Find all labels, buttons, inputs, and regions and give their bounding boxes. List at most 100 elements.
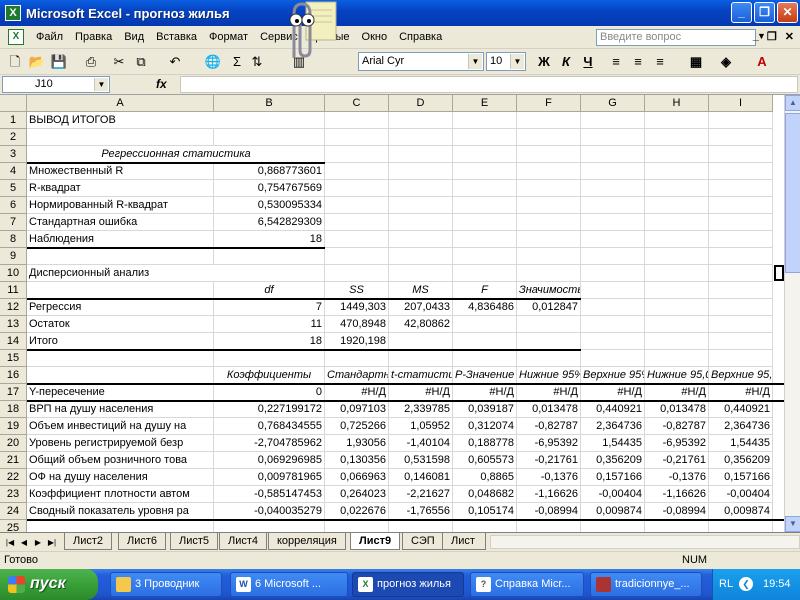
cell-a6[interactable]: Нормированный R-квадрат [27, 197, 214, 214]
office-assistant-clippy[interactable] [280, 0, 340, 62]
cell-h13[interactable] [645, 316, 709, 333]
cell-b18[interactable]: 0,227199172 [214, 401, 325, 418]
cell-d4[interactable] [389, 163, 453, 180]
cell-a7[interactable]: Стандартная ошибка [27, 214, 214, 231]
copy-icon[interactable]: ⧉ [132, 53, 150, 71]
cell-g3[interactable] [581, 146, 645, 163]
cell-i17[interactable]: #Н/Д [709, 384, 773, 401]
cell-d19[interactable]: 1,05952 [389, 418, 453, 435]
column-header-f[interactable]: F [517, 95, 581, 112]
cell-d13[interactable]: 42,80862 [389, 316, 453, 333]
cell-d3[interactable] [389, 146, 453, 163]
cell-h7[interactable] [645, 214, 709, 231]
cell-e12[interactable]: 4,836486 [453, 299, 517, 316]
cell-i4[interactable] [709, 163, 773, 180]
cell-a16[interactable] [27, 367, 214, 384]
fill-color-icon[interactable]: ◈ [716, 52, 736, 72]
cell-f7[interactable] [517, 214, 581, 231]
cell-f13[interactable] [517, 316, 581, 333]
name-box[interactable]: J10 ▼ [2, 76, 110, 93]
cell-c9[interactable] [325, 248, 389, 265]
cell-d20[interactable]: -1,40104 [389, 435, 453, 452]
cell-e21[interactable]: 0,605573 [453, 452, 517, 469]
row-header[interactable]: 15 [0, 350, 27, 367]
cell-a23[interactable]: Коэффициент плотности автом [27, 486, 214, 503]
cell-e5[interactable] [453, 180, 517, 197]
start-button[interactable]: пуск [0, 569, 98, 600]
cell-a10[interactable]: Дисперсионный анализ [27, 265, 214, 282]
sheet-tab[interactable]: Лист5 [170, 533, 219, 550]
cell-b5[interactable]: 0,754767569 [214, 180, 325, 197]
cell-a4[interactable]: Множественный R [27, 163, 214, 180]
cell-i12[interactable] [709, 299, 773, 316]
horizontal-scrollbar[interactable] [490, 535, 800, 549]
cell-f3[interactable] [517, 146, 581, 163]
borders-icon[interactable]: ▦ [686, 52, 706, 72]
doc-minimize-button[interactable]: _ [753, 30, 759, 43]
cell-b20[interactable]: -2,704785962 [214, 435, 325, 452]
cell-b2[interactable] [214, 129, 325, 146]
cell-h11[interactable] [645, 282, 709, 299]
cell-g2[interactable] [581, 129, 645, 146]
cell-h18[interactable]: 0,013478 [645, 401, 709, 418]
cell-b9[interactable] [214, 248, 325, 265]
cell-a19[interactable]: Объем инвестиций на душу на [27, 418, 214, 435]
cell-h22[interactable]: -0,1376 [645, 469, 709, 486]
sheet-tab[interactable]: корреляция [268, 533, 346, 550]
cell-e24[interactable]: 0,105174 [453, 503, 517, 520]
row-header[interactable]: 25 [0, 520, 27, 532]
cell-e7[interactable] [453, 214, 517, 231]
formula-input[interactable] [180, 76, 798, 93]
cell-f12[interactable]: 0,012847 [517, 299, 581, 316]
column-header-c[interactable]: C [325, 95, 389, 112]
font-name-select[interactable]: Arial Cyr ▼ [358, 52, 484, 71]
cell-i14[interactable] [709, 333, 773, 350]
cell-g25[interactable] [581, 520, 645, 532]
cell-c11[interactable]: SS [325, 282, 389, 299]
cell-a17[interactable]: Y-пересечение [27, 384, 214, 401]
cell-g6[interactable] [581, 197, 645, 214]
cell-e25[interactable] [453, 520, 517, 532]
row-header[interactable]: 17 [0, 384, 27, 401]
menu-file[interactable]: Файл [30, 27, 69, 47]
cell-f8[interactable] [517, 231, 581, 248]
column-header-h[interactable]: H [645, 95, 709, 112]
cell-a22[interactable]: ОФ на душу населения [27, 469, 214, 486]
cell-c20[interactable]: 1,93056 [325, 435, 389, 452]
cell-g18[interactable]: 0,440921 [581, 401, 645, 418]
cell-b23[interactable]: -0,585147453 [214, 486, 325, 503]
help-question-input[interactable]: Введите вопрос [596, 29, 756, 46]
cell-c18[interactable]: 0,097103 [325, 401, 389, 418]
cell-b6[interactable]: 0,530095334 [214, 197, 325, 214]
expand-tray-icon[interactable]: ❮ [739, 577, 753, 591]
sheet-tab[interactable]: Лист6 [118, 533, 167, 550]
cell-h3[interactable] [645, 146, 709, 163]
cell-b24[interactable]: -0,040035279 [214, 503, 325, 520]
restore-button[interactable]: ❐ [754, 2, 775, 23]
cell-c5[interactable] [325, 180, 389, 197]
cell-a15[interactable] [27, 350, 214, 367]
cut-icon[interactable]: ✂ [110, 53, 128, 71]
next-sheet-icon[interactable]: ▶ [32, 536, 44, 549]
cell-i7[interactable] [709, 214, 773, 231]
cell-h4[interactable] [645, 163, 709, 180]
cell-c17[interactable]: #Н/Д [325, 384, 389, 401]
cell-i11[interactable] [709, 282, 773, 299]
cell-e13[interactable] [453, 316, 517, 333]
cell-i21[interactable]: 0,356209 [709, 452, 773, 469]
select-all-button[interactable] [0, 95, 27, 112]
bold-button[interactable]: Ж [534, 52, 554, 72]
cell-c15[interactable] [325, 350, 389, 367]
cell-f11[interactable]: Значимость F [517, 282, 581, 299]
cell-e2[interactable] [453, 129, 517, 146]
cell-b13[interactable]: 11 [214, 316, 325, 333]
workbook-icon[interactable]: X [8, 29, 24, 45]
cell-b22[interactable]: 0,009781965 [214, 469, 325, 486]
cell-b8[interactable]: 18 [214, 231, 325, 248]
row-header[interactable]: 8 [0, 231, 27, 248]
hyperlink-icon[interactable]: 🌐 [204, 53, 222, 71]
doc-restore-button[interactable]: ❐ [767, 30, 777, 43]
cell-d14[interactable] [389, 333, 453, 350]
row-header[interactable]: 13 [0, 316, 27, 333]
font-size-select[interactable]: 10 ▼ [486, 52, 526, 71]
